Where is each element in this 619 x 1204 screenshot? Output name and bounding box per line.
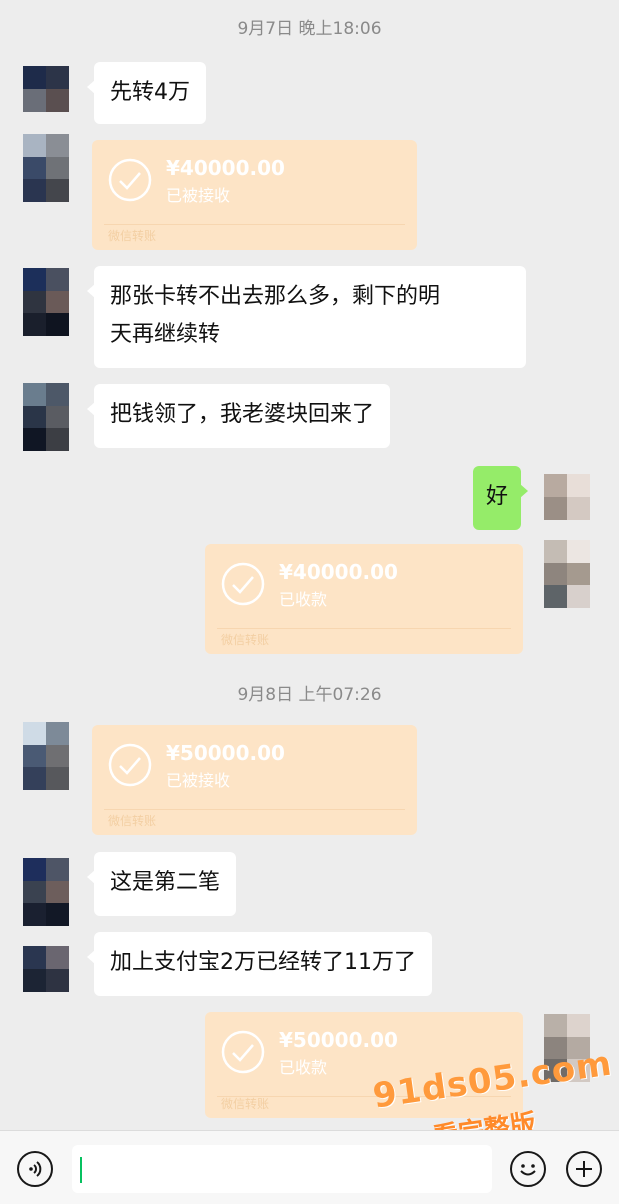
emoji-icon [520,1164,536,1176]
message-bubble[interactable]: 加上支付宝2万已经转了11万了 [87,932,432,996]
transfer-brand: 微信转账 [108,229,157,243]
message-text: 先转4万 [110,80,190,105]
divider [104,809,405,810]
transfer-status: 已被接收 [166,771,231,790]
message-bubble[interactable]: 把钱领了，我老婆块回来了 [86,384,391,448]
transfer-status: 已收款 [279,590,328,609]
message-bubble[interactable]: 先转4万 [87,62,206,124]
transfer-brand: 微信转账 [221,633,270,647]
input-bar [0,1130,619,1204]
voice-button[interactable] [17,1151,53,1187]
message-text: 加上支付宝2万已经转了11万了 [110,950,416,975]
check-circle-icon [108,158,152,202]
plus-button[interactable] [566,1151,602,1187]
avatar[interactable] [23,946,69,992]
transfer-card[interactable]: ¥50000.00 已被接收 微信转账 [92,725,417,835]
message-text: 把钱领了，我老婆块回来了 [110,402,375,427]
plus-icon [576,1161,592,1177]
transfer-status: 已收款 [279,1058,328,1077]
transfer-amount: ¥50000.00 [166,741,285,765]
avatar[interactable] [23,66,69,112]
avatar[interactable] [544,474,590,520]
message-input[interactable] [72,1145,492,1193]
message-text: 这是第二笔 [110,870,221,895]
transfer-amount: ¥40000.00 [166,156,285,180]
message-bubble[interactable]: 好 [473,466,528,530]
text-cursor [80,1157,82,1183]
avatar[interactable] [23,134,69,202]
check-circle-icon [221,562,265,606]
transfer-amount: ¥40000.00 [279,560,398,584]
voice-icon [29,1161,42,1177]
message-bubble[interactable]: 那张卡转不出去那么多，剩下的明 天再继续转 [87,266,526,368]
transfer-card[interactable]: ¥40000.00 已收款 微信转账 [205,544,523,654]
message-text: 好 [485,484,508,509]
message-text: 那张卡转不出去那么多，剩下的明 [110,284,441,309]
transfer-status: 已被接收 [166,186,231,205]
avatar[interactable] [23,268,69,336]
avatar[interactable] [23,858,69,926]
transfer-brand: 微信转账 [221,1097,270,1111]
transfer-amount: ¥50000.00 [279,1028,398,1052]
timestamp: 9月7日 晚上18:06 [237,19,382,39]
check-circle-icon [108,743,152,787]
divider [104,224,405,225]
message-text: 天再继续转 [110,322,221,347]
message-bubble[interactable]: 这是第二笔 [86,852,237,916]
emoji-button[interactable] [510,1151,546,1187]
avatar[interactable] [23,722,69,790]
transfer-brand: 微信转账 [108,814,157,828]
divider [217,628,511,629]
timestamp: 9月8日 上午07:26 [237,685,382,705]
transfer-card[interactable]: ¥40000.00 已被接收 微信转账 [92,140,417,250]
avatar[interactable] [544,540,590,608]
avatar[interactable] [23,383,69,451]
check-circle-icon [221,1030,265,1074]
